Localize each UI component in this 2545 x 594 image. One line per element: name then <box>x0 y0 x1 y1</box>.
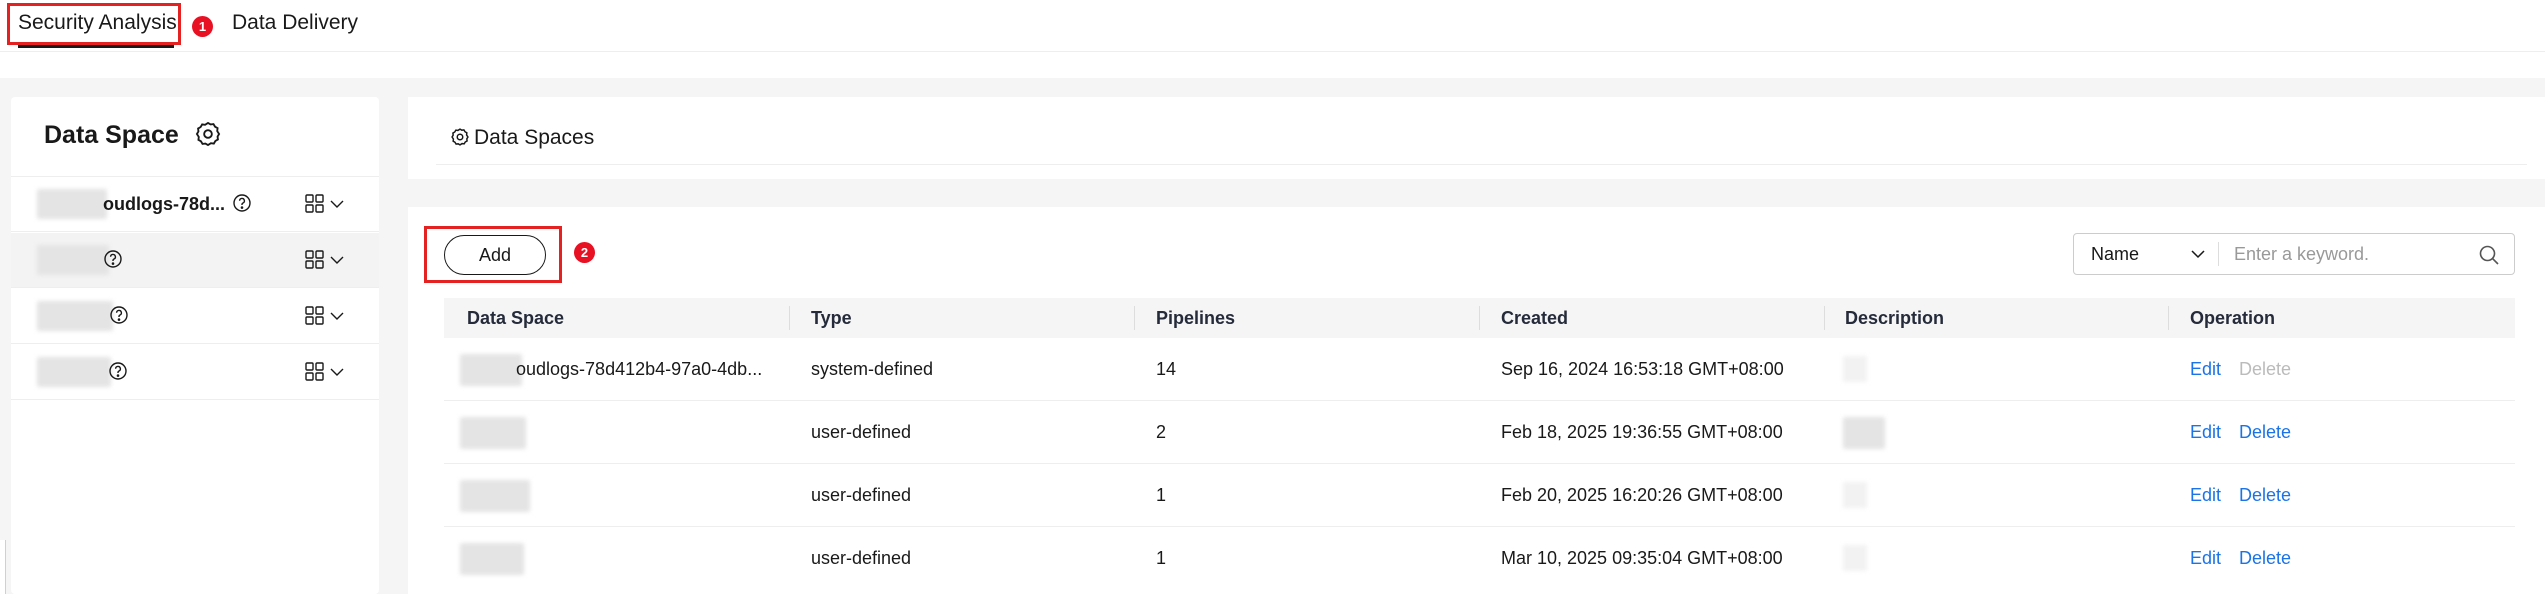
table-header: Data Space Type Pipelines Created Descri… <box>444 298 2515 338</box>
search-divider <box>2218 242 2219 266</box>
redacted-name <box>37 301 113 331</box>
column-separator <box>1479 306 1480 330</box>
collapse-edge <box>0 540 6 594</box>
delete-link-disabled: Delete <box>2239 359 2292 379</box>
tab-data-delivery-label: Data Delivery <box>232 11 359 34</box>
redacted-name <box>460 543 524 575</box>
cell-pipelines: 1 <box>1156 485 1167 505</box>
column-separator <box>789 306 790 330</box>
redacted-name <box>460 354 522 386</box>
edit-link[interactable]: Edit <box>2190 548 2221 569</box>
sidebar-title: Data Space <box>44 121 179 149</box>
redacted-description <box>1843 417 1885 449</box>
search-field-select[interactable]: Name <box>2074 234 2218 274</box>
page-title: Data Spaces <box>474 126 595 149</box>
sidebar-item-data-space-3[interactable] <box>11 289 379 344</box>
delete-link[interactable]: Delete <box>2239 422 2291 443</box>
gear-icon[interactable] <box>194 120 222 148</box>
search-field-value: Name <box>2091 244 2140 264</box>
redacted-description <box>1843 482 1867 508</box>
table-row: user-defined 2 Feb 18, 2025 19:36:55 GMT… <box>444 401 2515 464</box>
cell-type: system-defined <box>811 359 934 379</box>
table-row: oudlogs-78d412b4-97a0-4db... system-defi… <box>444 338 2515 401</box>
cell-type: user-defined <box>811 422 912 442</box>
redacted-description <box>1843 545 1867 571</box>
highlight-box-add <box>424 226 562 283</box>
edit-link[interactable]: Edit <box>2190 422 2221 443</box>
search-input[interactable] <box>2234 238 2459 270</box>
tab-data-delivery[interactable]: Data Delivery <box>232 0 358 50</box>
edit-link[interactable]: Edit <box>2190 359 2221 380</box>
redacted-name <box>460 480 530 512</box>
data-spaces-table: Data Space Type Pipelines Created Descri… <box>444 298 2515 590</box>
grid-icon[interactable] <box>303 247 349 273</box>
cell-pipelines: 2 <box>1156 422 1167 442</box>
sidebar-item-data-space-2[interactable] <box>11 233 379 288</box>
sidebar-item-data-space-4[interactable] <box>11 345 379 400</box>
cell-created: Feb 18, 2025 19:36:55 GMT+08:00 <box>1501 422 1783 442</box>
data-spaces-card: Add Name Data Space Type Pipelines Creat… <box>408 207 2545 594</box>
column-header-data-space: Data Space <box>467 308 565 328</box>
sidebar-header: Data Space <box>11 97 379 177</box>
data-space-sidebar: Data Space oudlogs-78d... <box>11 97 379 594</box>
table-row: user-defined 1 Feb 20, 2025 16:20:26 GMT… <box>444 464 2515 527</box>
active-tab-underline <box>18 45 174 48</box>
main-header-card: Data Spaces <box>408 97 2545 179</box>
cell-data-space: oudlogs-78d412b4-97a0-4db... <box>516 359 763 379</box>
grid-icon[interactable] <box>303 303 349 329</box>
table-row: user-defined 1 Mar 10, 2025 09:35:04 GMT… <box>444 527 2515 590</box>
cell-created: Sep 16, 2024 16:53:18 GMT+08:00 <box>1501 359 1784 379</box>
cell-created: Mar 10, 2025 09:35:04 GMT+08:00 <box>1501 548 1783 568</box>
sidebar-item-data-space-1[interactable]: oudlogs-78d... <box>11 177 379 232</box>
highlight-box-tab <box>7 3 181 45</box>
help-icon[interactable] <box>109 305 129 325</box>
grid-icon[interactable] <box>303 191 349 217</box>
cell-type: user-defined <box>811 485 912 505</box>
redacted-name <box>460 417 526 449</box>
column-header-operation: Operation <box>2190 308 2276 328</box>
delete-link[interactable]: Delete <box>2239 485 2291 506</box>
cell-created: Feb 20, 2025 16:20:26 GMT+08:00 <box>1501 485 1783 505</box>
column-header-type: Type <box>811 308 852 328</box>
redacted-description <box>1843 356 1867 382</box>
header-divider <box>436 164 2527 165</box>
chevron-down-icon <box>2191 250 2205 259</box>
column-separator <box>1134 306 1135 330</box>
cell-pipelines: 14 <box>1156 359 1177 379</box>
column-header-description: Description <box>1845 308 1945 328</box>
redacted-name <box>37 189 107 219</box>
search-box: Name <box>2073 233 2515 275</box>
column-separator <box>2168 306 2169 330</box>
column-separator <box>1824 306 1825 330</box>
help-icon[interactable] <box>232 193 252 213</box>
edit-link[interactable]: Edit <box>2190 485 2221 506</box>
gear-icon <box>451 128 469 146</box>
cell-pipelines: 1 <box>1156 548 1167 568</box>
column-header-pipelines: Pipelines <box>1156 308 1236 328</box>
redacted-name <box>37 245 109 275</box>
delete-link[interactable]: Delete <box>2239 548 2291 569</box>
redacted-name <box>37 357 111 387</box>
top-tab-bar: Security Analysis Data Delivery <box>0 0 2545 52</box>
help-icon[interactable] <box>108 361 128 381</box>
cell-type: user-defined <box>811 548 912 568</box>
grid-icon[interactable] <box>303 359 349 385</box>
step-marker-2: 2 <box>574 242 595 263</box>
column-header-created: Created <box>1501 308 1569 328</box>
search-icon[interactable] <box>2478 244 2500 266</box>
step-marker-1: 1 <box>192 16 213 37</box>
help-icon[interactable] <box>103 249 123 269</box>
sidebar-item-label: oudlogs-78d... <box>103 194 226 214</box>
